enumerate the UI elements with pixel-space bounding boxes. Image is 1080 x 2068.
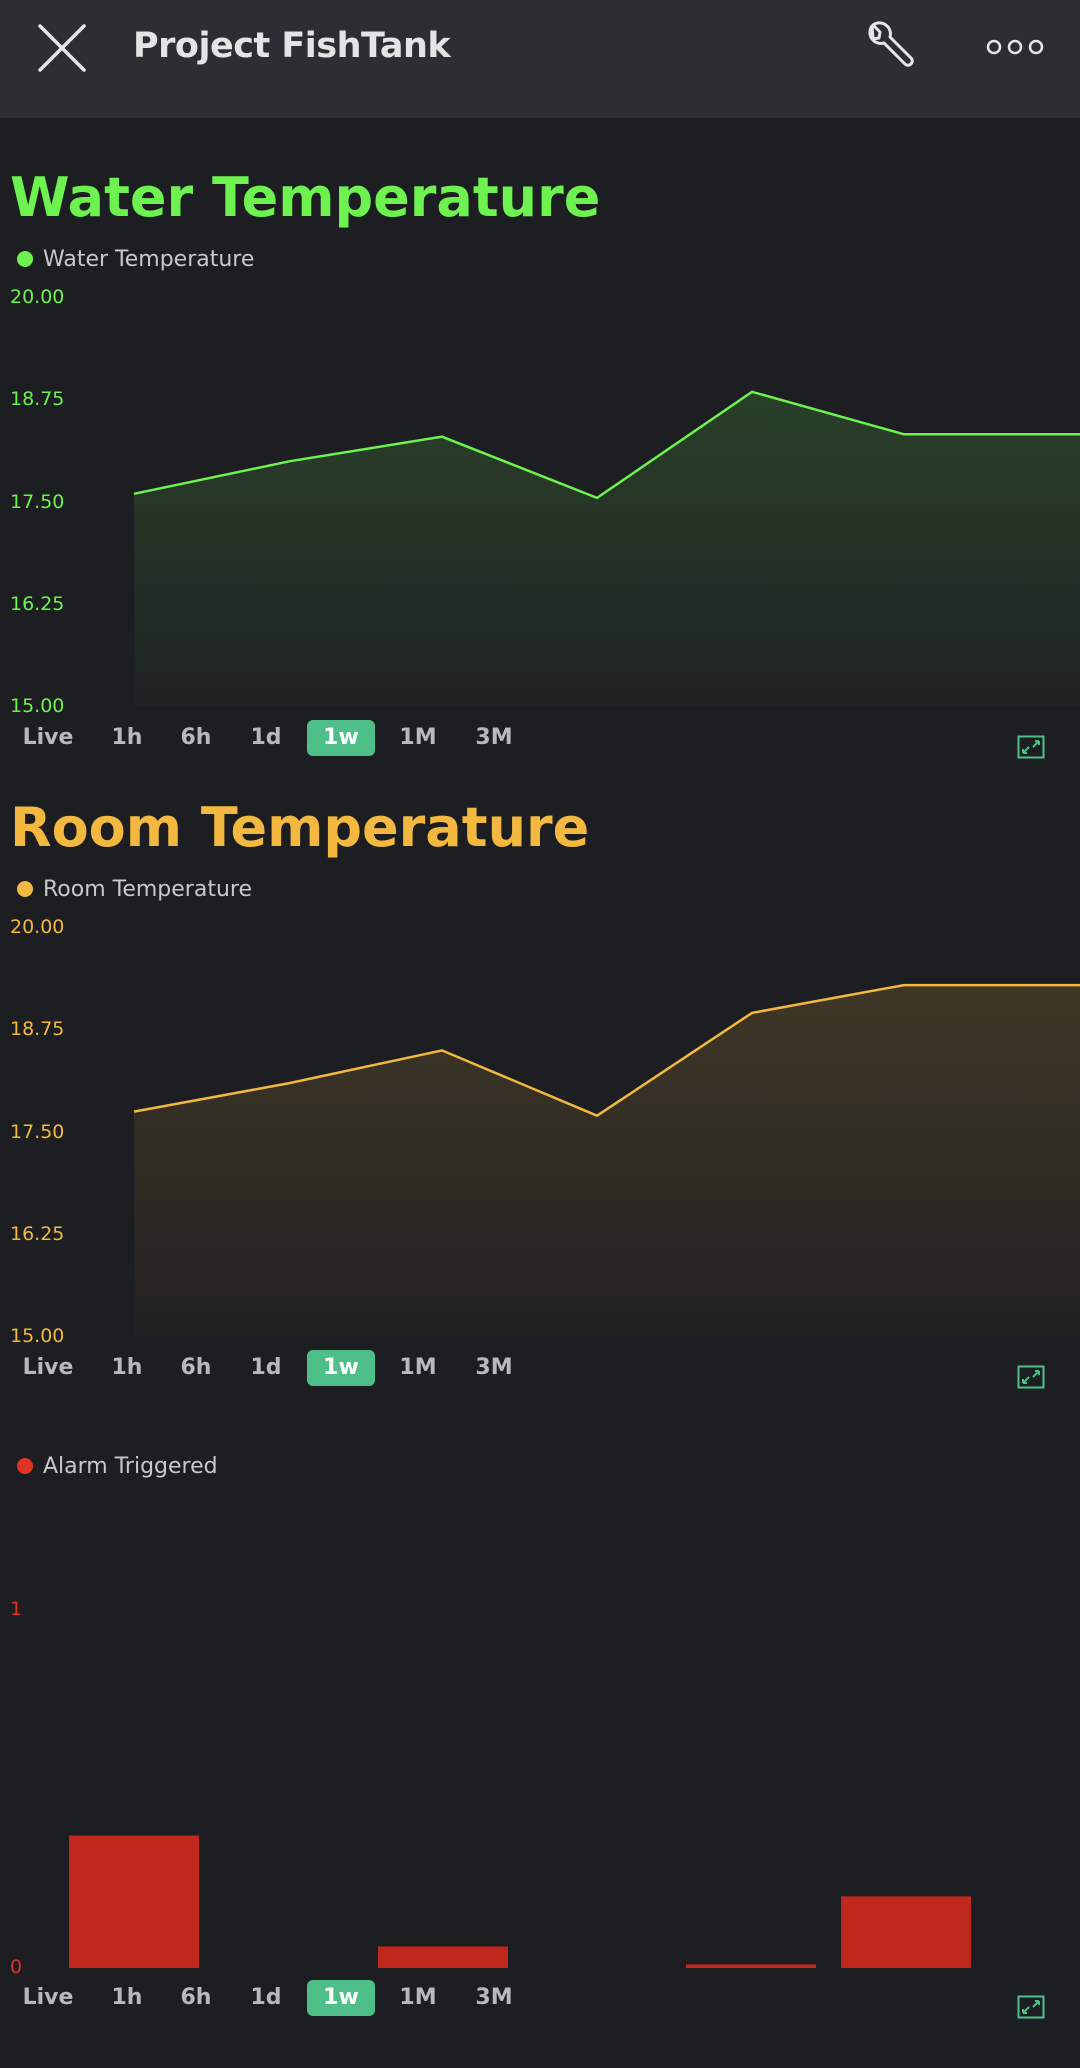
range-option-3m[interactable]: 3M — [463, 1350, 525, 1386]
range-option-6h[interactable]: 6h — [168, 1980, 224, 2016]
more-icon[interactable] — [985, 30, 1045, 64]
wrench-icon[interactable] — [860, 16, 920, 76]
range-option-1m[interactable]: 1M — [388, 1980, 448, 2016]
area-fill — [134, 391, 1080, 706]
range-option-1h[interactable]: 1h — [100, 1350, 154, 1386]
time-range-selector: Live 1h 6h 1d 1w 1M 3M — [0, 1980, 1080, 2020]
page-title: Project FishTank — [133, 26, 451, 66]
top-bar: Project FishTank — [0, 0, 1080, 118]
range-option-1h[interactable]: 1h — [100, 1980, 154, 2016]
bar — [841, 1896, 971, 1968]
range-option-1w[interactable]: 1w — [307, 1350, 375, 1386]
range-option-1d[interactable]: 1d — [238, 1350, 294, 1386]
time-range-selector: Live 1h 6h 1d 1w 1M 3M — [0, 1350, 1080, 1390]
time-range-selector: Live 1h 6h 1d 1w 1M 3M — [0, 720, 1080, 760]
range-option-live[interactable]: Live — [20, 1350, 76, 1386]
alarm-triggered-chart — [69, 1835, 971, 1968]
range-option-1m[interactable]: 1M — [388, 1350, 448, 1386]
area-fill — [134, 985, 1080, 1336]
water-temperature-widget: Water Temperature Water Temperature 20.0… — [0, 166, 1080, 766]
range-option-6h[interactable]: 6h — [168, 1350, 224, 1386]
room-temperature-widget: Room Temperature Room Temperature 20.00 … — [0, 796, 1080, 1396]
range-option-3m[interactable]: 3M — [463, 720, 525, 756]
app-screen: Project FishTank Water Temperature Water… — [0, 0, 1080, 2068]
water-temperature-chart — [133, 390, 1080, 706]
range-option-1w[interactable]: 1w — [307, 1980, 375, 2016]
bar — [69, 1835, 199, 1968]
range-option-1m[interactable]: 1M — [388, 720, 448, 756]
range-option-1d[interactable]: 1d — [238, 1980, 294, 2016]
range-option-1d[interactable]: 1d — [238, 720, 294, 756]
range-option-1h[interactable]: 1h — [100, 720, 154, 756]
expand-icon[interactable] — [1017, 1365, 1045, 1389]
range-option-1w[interactable]: 1w — [307, 720, 375, 756]
close-icon[interactable] — [36, 22, 88, 74]
room-temperature-chart — [133, 983, 1080, 1336]
alarm-triggered-widget: Alarm Triggered 1 0 — [0, 1426, 1080, 1986]
expand-icon[interactable] — [1017, 735, 1045, 759]
range-option-live[interactable]: Live — [20, 720, 76, 756]
bar — [686, 1964, 816, 1968]
range-option-3m[interactable]: 3M — [463, 1980, 525, 2016]
expand-icon[interactable] — [1017, 1995, 1045, 2019]
bar — [378, 1946, 508, 1968]
range-option-live[interactable]: Live — [20, 1980, 76, 2016]
range-option-6h[interactable]: 6h — [168, 720, 224, 756]
